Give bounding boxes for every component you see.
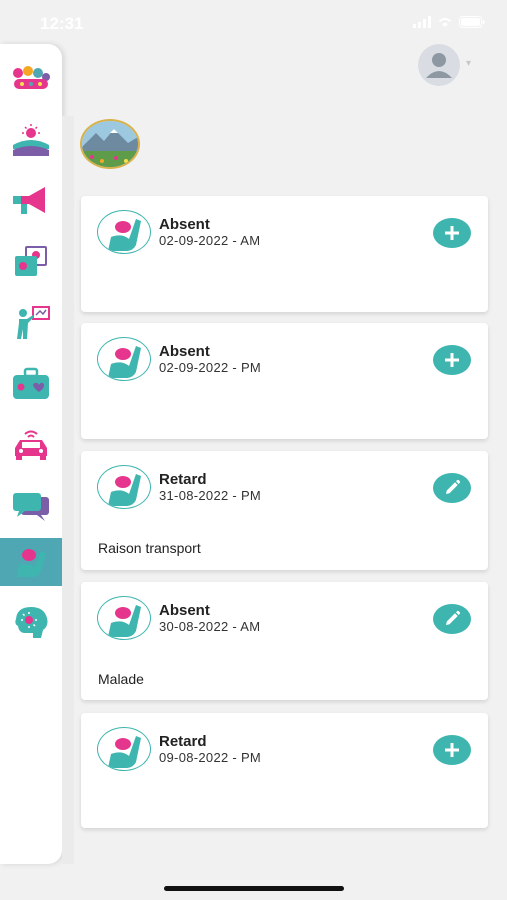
record-date: 02-09-2022 - PM bbox=[159, 360, 262, 375]
class-avatar[interactable] bbox=[80, 119, 140, 169]
sidebar-item-announcements[interactable] bbox=[0, 177, 62, 225]
chat-bubbles-icon bbox=[13, 493, 49, 521]
record-reason: Raison transport bbox=[98, 540, 201, 556]
raised-hand-avatar bbox=[97, 465, 151, 509]
edit-reason-button[interactable] bbox=[433, 604, 471, 634]
edit-reason-button[interactable] bbox=[433, 473, 471, 503]
raised-hand-avatar bbox=[97, 596, 151, 640]
raised-hand-avatar bbox=[97, 210, 151, 254]
add-reason-button[interactable] bbox=[433, 735, 471, 765]
landscape-sun-icon bbox=[13, 124, 49, 156]
record-reason: Malade bbox=[98, 671, 144, 687]
attendance-card[interactable]: Absent 02-09-2022 - PM bbox=[81, 323, 488, 439]
sidebar-item-logo[interactable] bbox=[0, 56, 62, 104]
pencil-icon bbox=[446, 610, 461, 625]
record-date: 30-08-2022 - AM bbox=[159, 619, 261, 634]
attendance-card[interactable]: Absent 02-09-2022 - AM bbox=[81, 196, 488, 312]
record-date: 02-09-2022 - AM bbox=[159, 233, 261, 248]
record-date: 31-08-2022 - PM bbox=[159, 488, 262, 503]
status-icons bbox=[413, 16, 485, 28]
raised-hand-avatar bbox=[97, 727, 151, 771]
sidebar-item-transport[interactable] bbox=[0, 421, 62, 469]
add-reason-button[interactable] bbox=[433, 345, 471, 375]
raised-hand-icon bbox=[108, 605, 141, 637]
record-type: Absent bbox=[159, 602, 210, 619]
record-type: Retard bbox=[159, 471, 207, 488]
sidebar-item-lessons[interactable] bbox=[0, 299, 62, 347]
home-indicator[interactable] bbox=[164, 886, 344, 891]
user-icon bbox=[426, 53, 452, 78]
sidebar-item-health[interactable] bbox=[0, 360, 62, 408]
megaphone-icon bbox=[13, 187, 45, 214]
sidebar-item-gallery[interactable] bbox=[0, 238, 62, 286]
status-time: 12:31 bbox=[40, 14, 84, 33]
raised-hand-icon bbox=[108, 346, 141, 378]
photo-gallery-icon bbox=[15, 246, 47, 276]
attendance-card[interactable]: Retard 09-08-2022 - PM bbox=[81, 713, 488, 828]
wifi-icon bbox=[438, 18, 452, 27]
raised-hand-avatar bbox=[97, 337, 151, 381]
attendance-card[interactable]: Absent 30-08-2022 - AM Malade bbox=[81, 582, 488, 700]
signal-icon bbox=[413, 16, 431, 28]
sidebar bbox=[0, 44, 62, 864]
sidebar-item-absences[interactable] bbox=[0, 538, 62, 586]
record-type: Absent bbox=[159, 216, 210, 233]
raised-hand-icon bbox=[17, 549, 46, 577]
brain-icon bbox=[15, 607, 48, 638]
raised-hand-icon bbox=[108, 219, 141, 251]
plus-icon bbox=[445, 743, 459, 757]
sidebar-item-messages[interactable] bbox=[0, 482, 62, 530]
kool-kids-logo-icon bbox=[13, 66, 50, 89]
raised-hand-icon bbox=[108, 736, 141, 768]
raised-hand-icon bbox=[108, 474, 141, 506]
add-reason-button[interactable] bbox=[433, 218, 471, 248]
record-type: Retard bbox=[159, 733, 207, 750]
medical-bag-icon bbox=[13, 367, 49, 399]
sidebar-item-activities[interactable] bbox=[0, 116, 62, 164]
sidebar-item-learning[interactable] bbox=[0, 598, 62, 646]
teacher-board-icon bbox=[17, 306, 50, 339]
landscape-photo-icon bbox=[82, 121, 138, 167]
car-icon bbox=[15, 430, 47, 460]
plus-icon bbox=[445, 226, 459, 240]
attendance-card[interactable]: Retard 31-08-2022 - PM Raison transport bbox=[81, 451, 488, 570]
user-avatar-button[interactable] bbox=[418, 44, 460, 86]
plus-icon bbox=[445, 353, 459, 367]
battery-icon bbox=[459, 16, 485, 28]
pencil-icon bbox=[446, 479, 461, 494]
record-type: Absent bbox=[159, 343, 210, 360]
record-date: 09-08-2022 - PM bbox=[159, 750, 262, 765]
chevron-down-icon[interactable]: ▾ bbox=[466, 58, 471, 69]
sidebar-shadow-strip bbox=[62, 116, 74, 864]
